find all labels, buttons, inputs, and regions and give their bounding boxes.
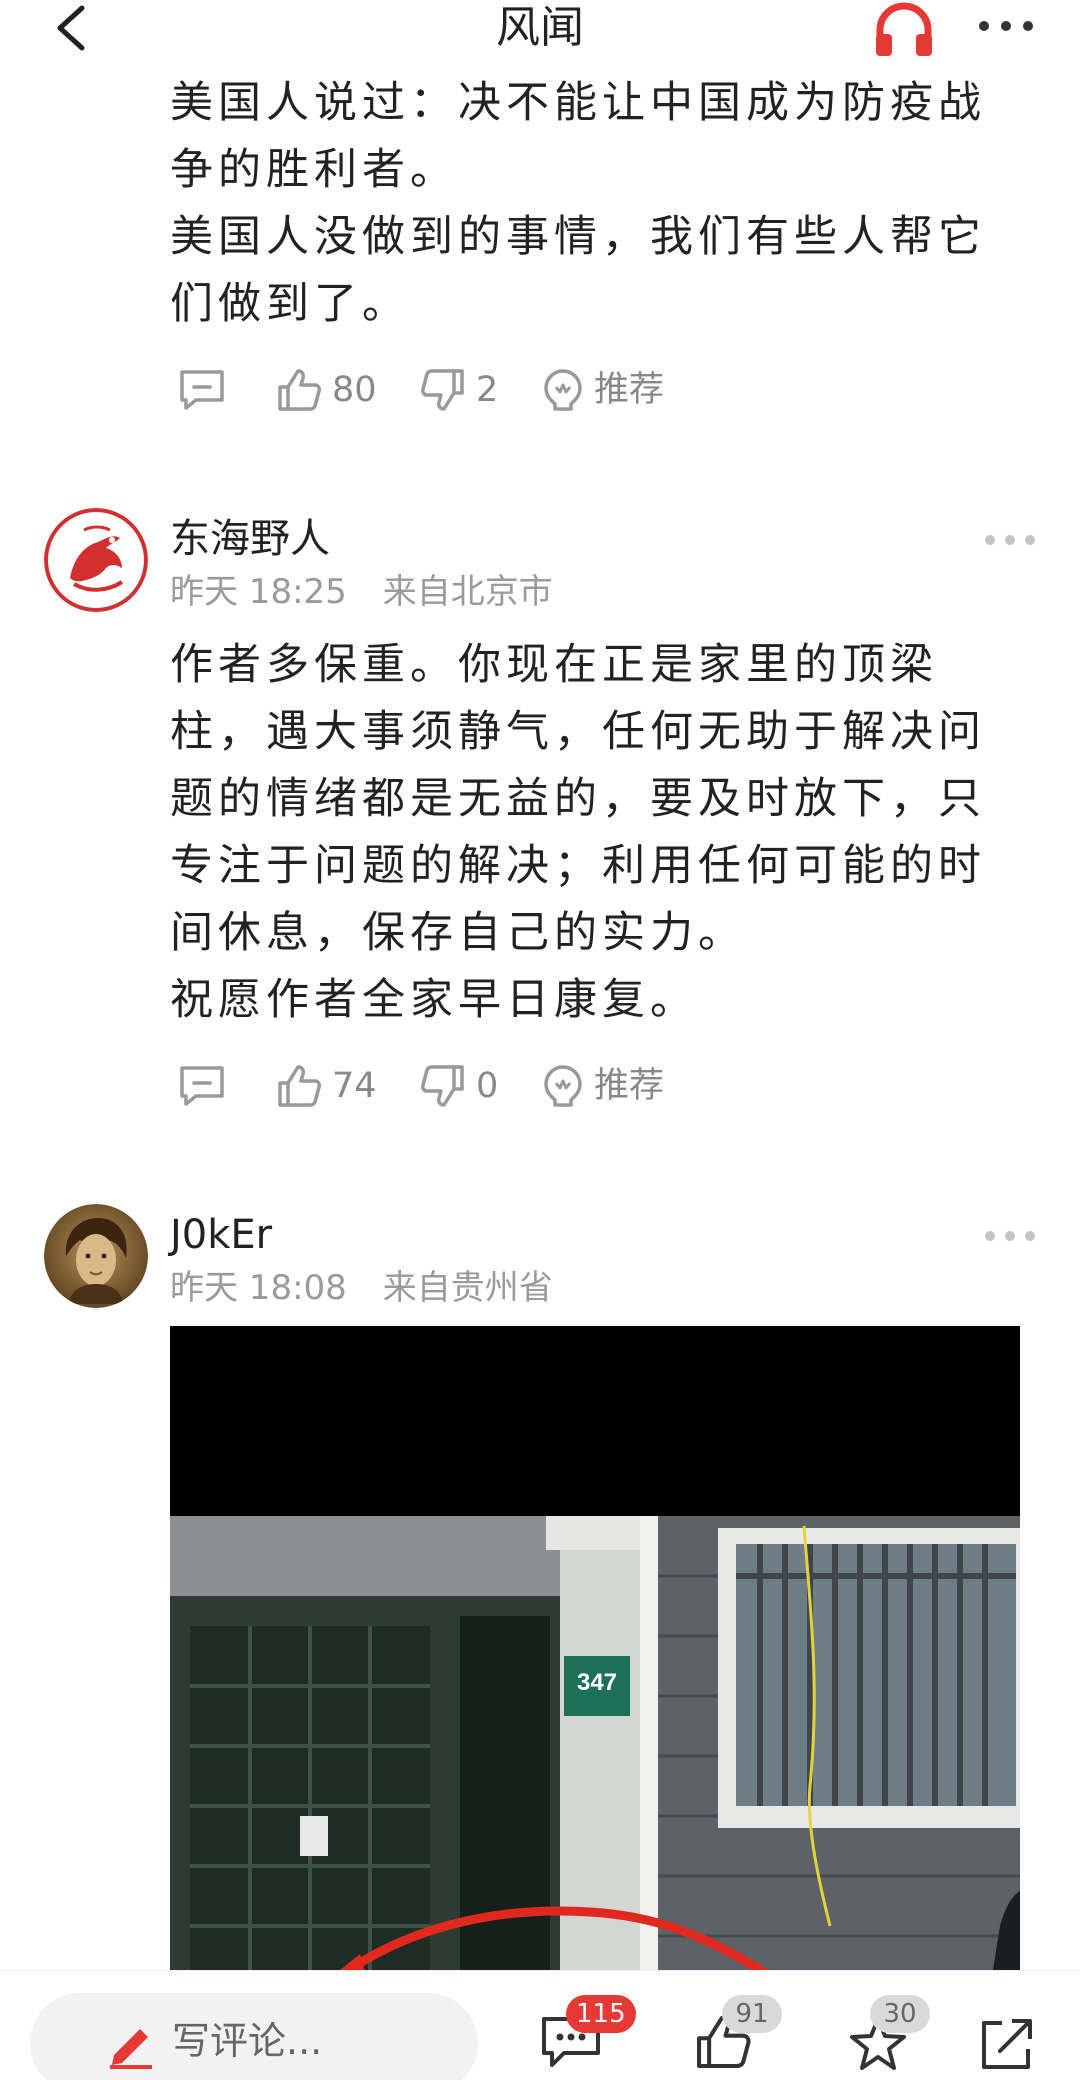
comment-line: 题的情绪都是无益的，要及时放下，只 (170, 774, 986, 824)
thumbs-up-icon (278, 369, 321, 411)
comment-line: 作者多保重。你现在正是家里的顶梁 (170, 640, 938, 690)
more-options-button[interactable] (978, 16, 1034, 36)
comment-username[interactable]: 东海野人 (170, 514, 330, 564)
comment-icon (180, 1066, 224, 1106)
dislike-button[interactable]: 2 (420, 360, 498, 420)
like-count: 74 (332, 1066, 377, 1106)
audio-button[interactable] (872, 0, 936, 58)
avatar[interactable] (44, 508, 148, 612)
building-entrance-photo: 347 (170, 1326, 1020, 1976)
comment-meta: 昨天 18:25 来自北京市 (170, 570, 553, 614)
page: 风闻 美国人说过：决不能让中国成为防疫战 争的胜利者。 美国人没做到的事情，我们… (0, 0, 1080, 2080)
dislike-button[interactable]: 0 (420, 1056, 498, 1116)
like-count-badge: 91 (722, 1995, 782, 2033)
share-button[interactable] (976, 2015, 1036, 2073)
thumbs-down-icon (421, 369, 464, 411)
recommend-icon (544, 369, 582, 411)
comment-more-button[interactable] (984, 1228, 1036, 1242)
comment-time: 昨天 18:25 (170, 572, 347, 612)
more-horizontal-icon (985, 1231, 1035, 1241)
pencil-icon (110, 2029, 152, 2069)
house-number-plate: 347 (577, 1669, 617, 1696)
comment-meta: 昨天 18:08 来自贵州省 (170, 1266, 553, 1310)
avatar[interactable] (44, 1204, 148, 1308)
comment-line: 美国人没做到的事情，我们有些人帮它 (170, 212, 986, 262)
comment-text: 美国人说过：决不能让中国成为防疫战 争的胜利者。 美国人没做到的事情，我们有些人… (170, 70, 1020, 338)
favorite-count-badge: 30 (870, 1995, 930, 2033)
comment-actions: 80 2 推荐 (170, 360, 690, 420)
comment-line: 柱，遇大事须静气，任何无助于解决问 (170, 707, 986, 757)
reply-button[interactable] (178, 1056, 226, 1116)
like-count: 80 (332, 370, 377, 410)
comment-line: 间休息，保存自己的实力。 (170, 908, 746, 958)
avatar-portrait-image (44, 1204, 148, 1308)
reply-button[interactable] (178, 360, 226, 420)
comment-line: 美国人说过：决不能让中国成为防疫战 (170, 78, 986, 128)
share-icon (982, 2019, 1032, 2069)
bottom-toolbar: 写评论... 115 91 30 (0, 1970, 1080, 2080)
write-comment-input[interactable]: 写评论... (30, 1993, 478, 2080)
comment-text: 作者多保重。你现在正是家里的顶梁 柱，遇大事须静气，任何无助于解决问 题的情绪都… (170, 632, 1020, 1034)
thumbs-down-icon (421, 1065, 464, 1107)
comment-count-badge: 115 (566, 1995, 636, 2033)
recommend-label: 推荐 (594, 1066, 665, 1106)
comment-location: 来自贵州省 (382, 1268, 553, 1308)
more-horizontal-icon (985, 535, 1035, 545)
comment-icon (180, 370, 224, 410)
recommend-button[interactable]: 推荐 (542, 360, 664, 420)
recommend-label: 推荐 (594, 370, 665, 410)
recommend-icon (544, 1065, 582, 1107)
comment-more-button[interactable] (984, 532, 1036, 546)
thumbs-up-icon (278, 1065, 321, 1107)
comment-time: 昨天 18:08 (170, 1268, 347, 1308)
compose-placeholder: 写评论... (172, 2019, 323, 2063)
like-button[interactable]: 80 (276, 360, 377, 420)
avatar-tiger-logo (44, 508, 148, 612)
headphones-icon (876, 2, 932, 56)
dislike-count: 2 (476, 370, 499, 410)
comment-line: 专注于问题的解决；利用任何可能的时 (170, 841, 986, 891)
comment-line: 祝愿作者全家早日康复。 (170, 975, 698, 1025)
comment-line: 们做到了。 (170, 279, 410, 329)
comment-actions: 74 0 推荐 (170, 1056, 690, 1116)
comment-location: 来自北京市 (382, 572, 553, 612)
more-horizontal-icon (979, 21, 1033, 31)
dislike-count: 0 (476, 1066, 499, 1106)
top-bar: 风闻 (0, 0, 1080, 60)
comment-image[interactable]: 347 (170, 1326, 1020, 1976)
comment-username[interactable]: J0kEr (170, 1210, 272, 1260)
like-button[interactable]: 74 (276, 1056, 377, 1116)
comment-line: 争的胜利者。 (170, 145, 458, 195)
recommend-button[interactable]: 推荐 (542, 1056, 664, 1116)
